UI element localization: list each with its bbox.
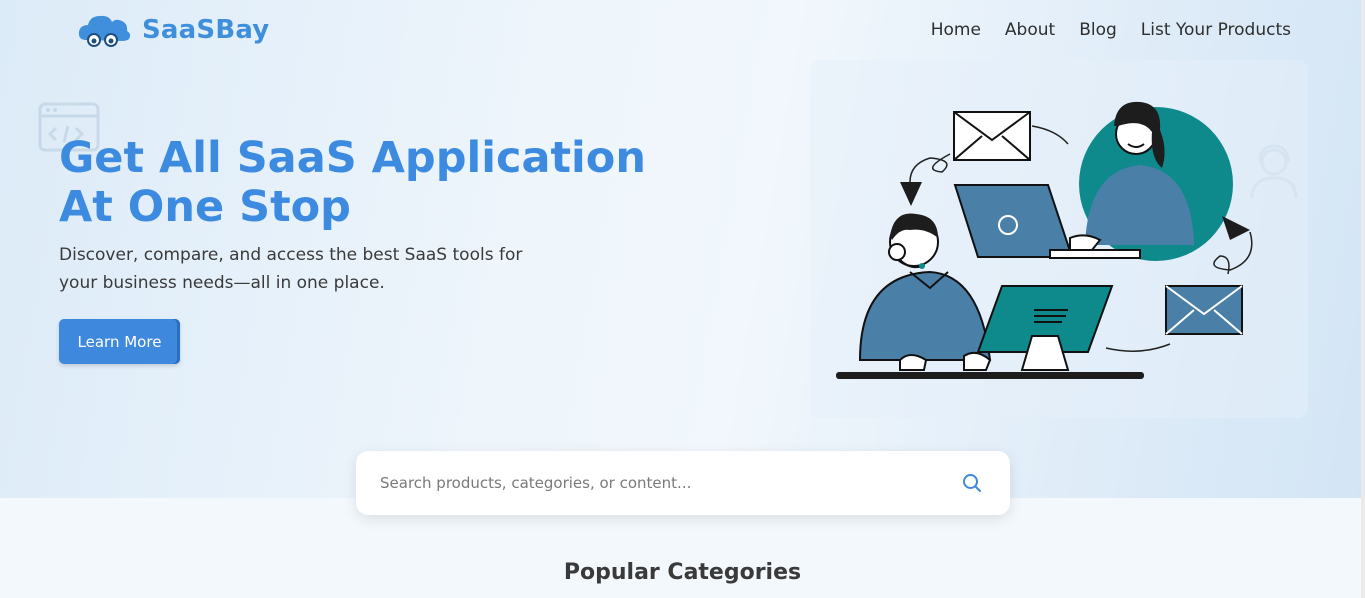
- search-bar: [356, 451, 1010, 515]
- hero-subtitle: Discover, compare, and access the best S…: [59, 245, 523, 293]
- learn-more-button[interactable]: Learn More: [59, 319, 180, 364]
- hero-title-line-2: At One Stop: [59, 182, 351, 232]
- brand-name: SaaSBay: [142, 15, 270, 45]
- nav-home[interactable]: Home: [931, 20, 981, 40]
- scrollbar[interactable]: [1361, 0, 1365, 598]
- nav-blog[interactable]: Blog: [1079, 20, 1117, 40]
- nav-list-your-products[interactable]: List Your Products: [1141, 20, 1291, 40]
- cloud-logo-icon: [78, 15, 131, 47]
- main-nav: Home About Blog List Your Products: [931, 20, 1291, 40]
- search-button[interactable]: [960, 471, 984, 495]
- hero-title: Get All SaaS Application At One Stop: [59, 134, 679, 232]
- search-icon: [963, 474, 981, 492]
- popular-categories-heading: Popular Categories: [563, 560, 802, 585]
- brand-logo[interactable]: SaaSBay: [76, 10, 269, 50]
- hero-title-line-1: Get All SaaS Application: [59, 133, 646, 183]
- search-input[interactable]: [380, 469, 940, 497]
- customer-support-illustration: [810, 60, 1308, 418]
- nav-about[interactable]: About: [1005, 20, 1055, 40]
